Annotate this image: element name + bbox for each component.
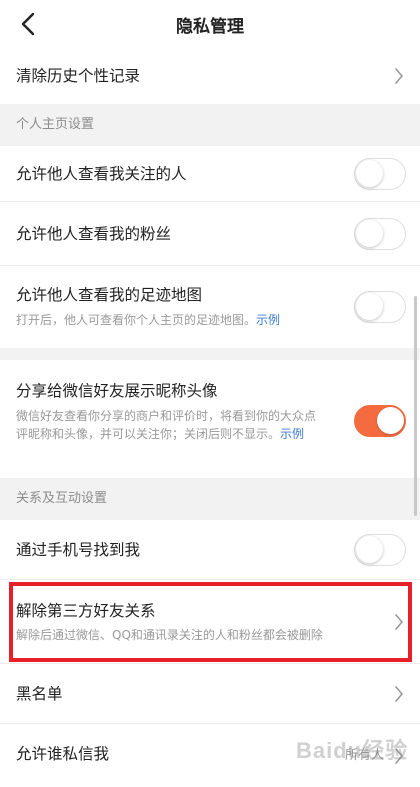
section-header-relations: 关系及互动设置 bbox=[0, 478, 420, 520]
find-by-phone-label: 通过手机号找到我 bbox=[16, 541, 141, 559]
allow-fans-label: 允许他人查看我的粉丝 bbox=[16, 225, 172, 243]
clear-history-row[interactable]: 清除历史个性记录 bbox=[0, 48, 420, 104]
allow-footprint-desc-text: 打开后，他人可查看你个人主页的足迹地图。 bbox=[16, 313, 257, 327]
section-header-profile: 个人主页设置 bbox=[0, 104, 420, 146]
allow-footprint-desc: 打开后，他人可查看你个人主页的足迹地图。示例 bbox=[16, 311, 336, 329]
chevron-right-icon bbox=[395, 68, 403, 84]
allow-footprint-toggle[interactable] bbox=[354, 291, 406, 323]
blacklist-label: 黑名单 bbox=[16, 685, 63, 703]
page-title: 隐私管理 bbox=[176, 16, 244, 37]
scrollbar[interactable] bbox=[414, 296, 417, 516]
back-button[interactable] bbox=[14, 10, 42, 38]
find-by-phone-toggle[interactable] bbox=[354, 533, 406, 566]
chevron-right-icon bbox=[395, 685, 403, 702]
chevron-left-icon bbox=[21, 12, 35, 36]
nav-bar: 隐私管理 bbox=[0, 0, 420, 48]
allow-footprint-row: 允许他人查看我的足迹地图 打开后，他人可查看你个人主页的足迹地图。示例 bbox=[0, 266, 420, 348]
blacklist-row[interactable]: 黑名单 bbox=[0, 664, 420, 724]
who-can-message-value: 所有人 bbox=[344, 747, 384, 763]
toggle-knob bbox=[356, 219, 383, 247]
clear-history-label: 清除历史个性记录 bbox=[16, 67, 141, 85]
allow-following-toggle[interactable] bbox=[354, 157, 406, 190]
footprint-example-link[interactable]: 示例 bbox=[256, 313, 280, 327]
who-can-message-row[interactable]: 允许谁私信我 所有人 bbox=[0, 724, 420, 787]
share-wechat-label: 分享给微信好友展示昵称头像 bbox=[16, 382, 218, 400]
share-wechat-desc: 微信好友查看你分享的商户和评价时，将看到你的大众点评昵称和头像，并可以关注你；关… bbox=[16, 407, 318, 443]
find-by-phone-row: 通过手机号找到我 bbox=[0, 520, 420, 580]
toggle-knob bbox=[356, 535, 383, 563]
allow-following-row: 允许他人查看我关注的人 bbox=[0, 146, 420, 202]
toggle-knob bbox=[377, 407, 404, 434]
share-wechat-desc-text: 微信好友查看你分享的商户和评价时，将看到你的大众点评昵称和头像，并可以关注你；关… bbox=[16, 409, 317, 441]
who-can-message-label: 允许谁私信我 bbox=[16, 745, 110, 763]
unbind-third-party-label: 解除第三方好友关系 bbox=[16, 602, 156, 620]
share-wechat-toggle[interactable] bbox=[354, 405, 406, 437]
allow-fans-toggle[interactable] bbox=[354, 217, 406, 250]
chevron-right-icon bbox=[395, 747, 403, 764]
share-example-link[interactable]: 示例 bbox=[280, 427, 304, 441]
share-wechat-row: 分享给微信好友展示昵称头像 微信好友查看你分享的商户和评价时，将看到你的大众点评… bbox=[0, 360, 420, 478]
section-gap bbox=[0, 348, 420, 360]
allow-following-label: 允许他人查看我关注的人 bbox=[16, 165, 187, 183]
chevron-right-icon bbox=[395, 613, 403, 630]
allow-fans-row: 允许他人查看我的粉丝 bbox=[0, 202, 420, 266]
unbind-third-party-row[interactable]: 解除第三方好友关系 解除后通过微信、QQ和通讯录关注的人和粉丝都会被删除 bbox=[0, 580, 420, 664]
allow-footprint-label: 允许他人查看我的足迹地图 bbox=[16, 286, 203, 304]
toggle-knob bbox=[356, 159, 383, 187]
unbind-third-party-desc: 解除后通过微信、QQ和通讯录关注的人和粉丝都会被删除 bbox=[16, 628, 323, 642]
toggle-knob bbox=[356, 293, 383, 320]
